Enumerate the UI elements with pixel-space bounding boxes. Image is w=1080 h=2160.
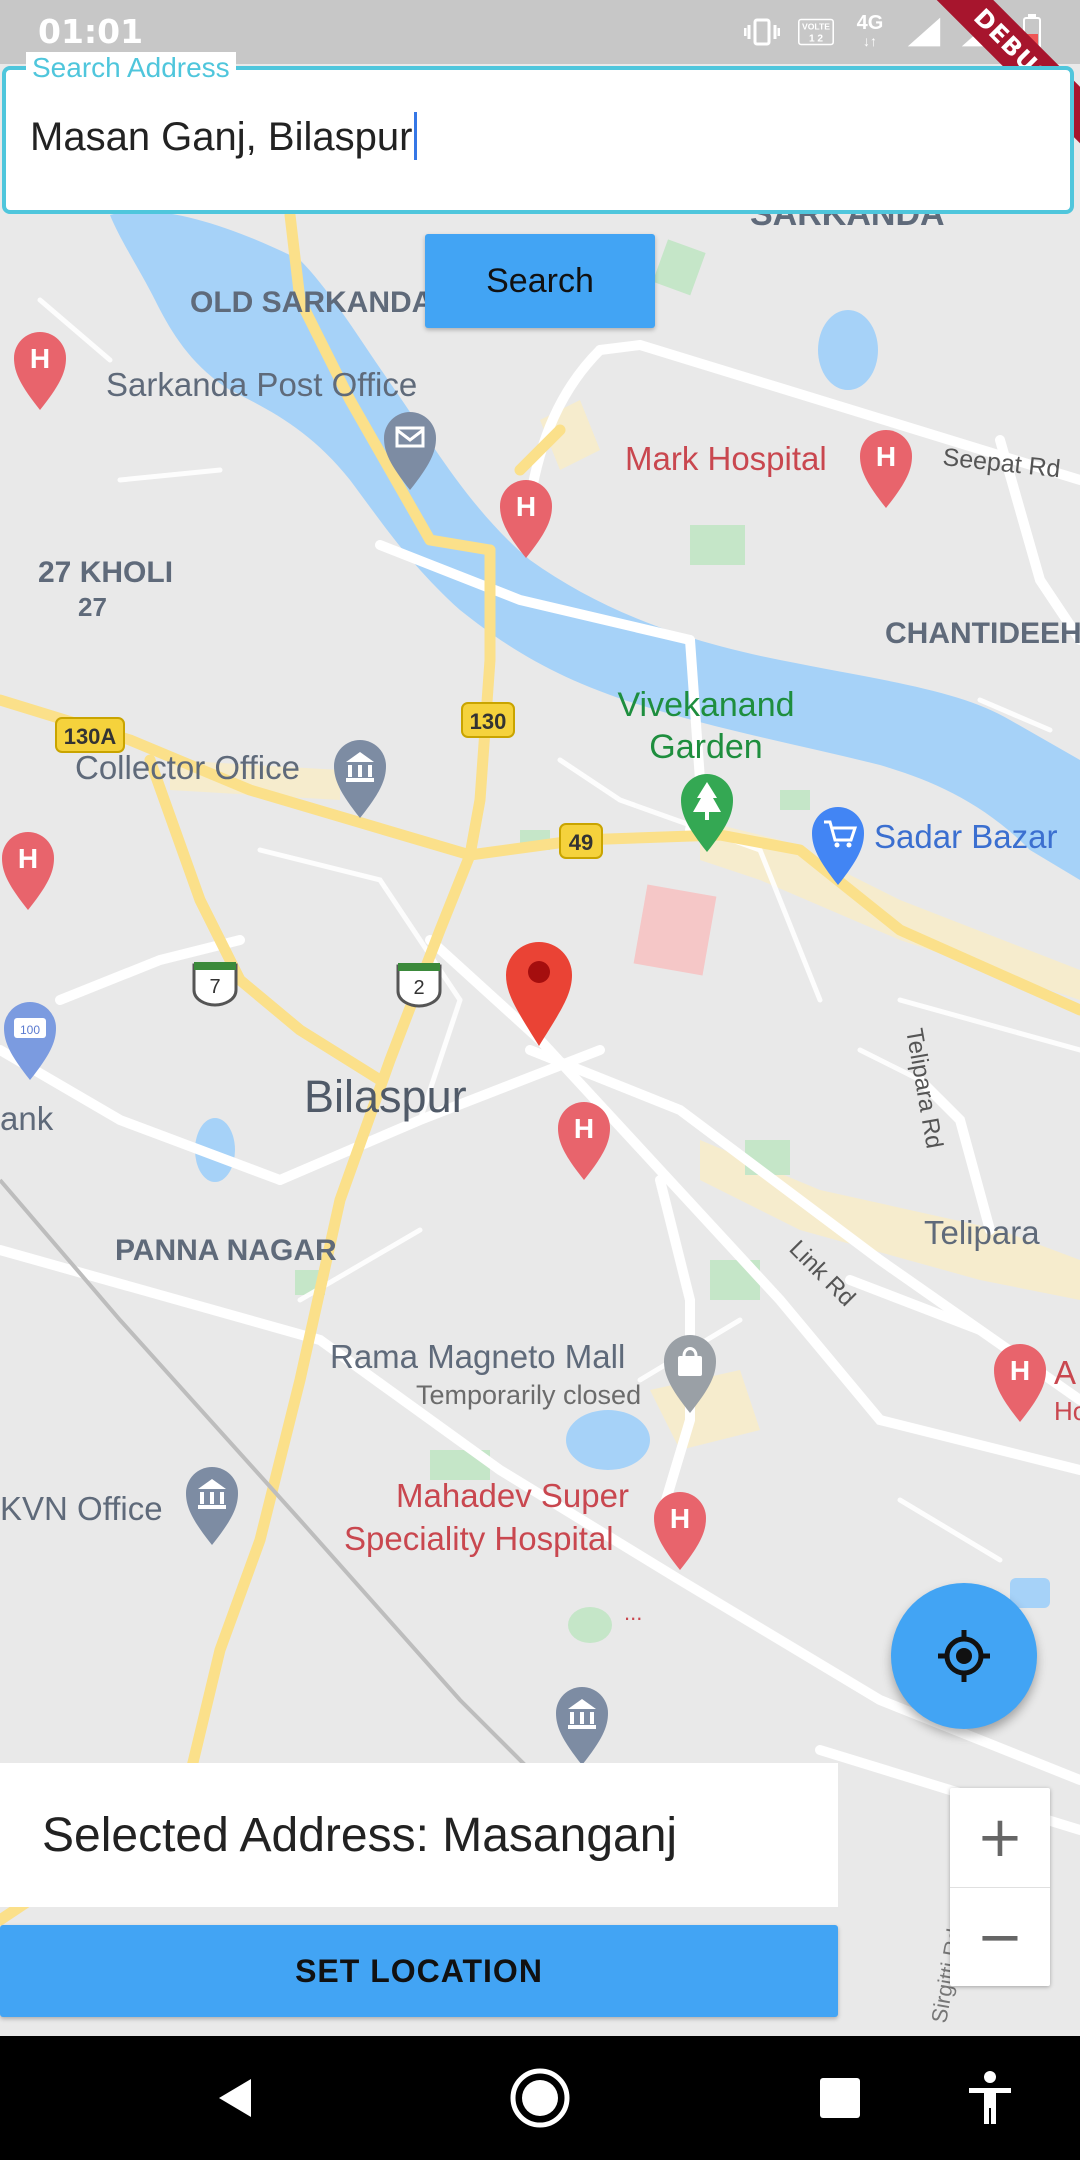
vibrate-icon	[744, 14, 780, 50]
map-label: Sadar Bazar	[874, 818, 1057, 855]
map-label: Sarkanda Post Office	[106, 366, 417, 403]
map-label: 27 KHOLI	[38, 556, 173, 589]
svg-text:130: 130	[470, 709, 507, 734]
home-icon[interactable]	[500, 2058, 580, 2138]
map-label: Mahadev Super	[396, 1477, 629, 1514]
map-label: Collector Office	[75, 749, 300, 786]
svg-text:H: H	[516, 491, 536, 522]
svg-text:49: 49	[569, 830, 593, 855]
map-label: CHANTIDEEH	[885, 617, 1080, 650]
back-icon[interactable]	[196, 2058, 276, 2138]
map-label: Speciality Hospital	[344, 1520, 614, 1557]
shield-130a: 130A	[55, 717, 125, 753]
map-label: Bilaspur	[304, 1071, 467, 1122]
zoom-in-button[interactable]: +	[950, 1788, 1050, 1887]
map-label: PANNA NAGAR	[115, 1234, 337, 1267]
network-type-icon: 4G ↓↑	[856, 12, 884, 49]
svg-text:2: 2	[413, 977, 424, 999]
svg-text:VOLTE: VOLTE	[802, 22, 830, 32]
svg-text:1 2: 1 2	[809, 33, 823, 44]
map-label: ank	[0, 1100, 54, 1137]
svg-text:H: H	[30, 343, 50, 374]
network-type-label: 4G	[856, 12, 884, 34]
zoom-controls: + −	[950, 1788, 1050, 1986]
red-block	[633, 884, 717, 976]
map-label: Garden	[649, 728, 762, 766]
svg-text:H: H	[18, 843, 38, 874]
svg-text:H: H	[574, 1113, 594, 1144]
svg-text:H: H	[1010, 1355, 1030, 1386]
shield-7: 7	[192, 962, 238, 1007]
svg-text:7: 7	[209, 976, 220, 998]
zoom-out-button[interactable]: −	[950, 1887, 1050, 1987]
map-label: Telipara	[924, 1214, 1040, 1251]
svg-text:H: H	[670, 1503, 690, 1534]
set-location-button[interactable]: SET LOCATION	[0, 1925, 838, 2017]
svg-text:H: H	[876, 441, 896, 472]
map-label: Temporarily closed	[416, 1380, 641, 1410]
map-label: Vivekanand	[617, 686, 794, 724]
shield-130: 130	[461, 702, 515, 738]
shield-49: 49	[559, 823, 603, 859]
my-location-button[interactable]	[891, 1583, 1037, 1729]
search-field-label: Search Address	[26, 52, 236, 84]
map-label: Mark Hospital	[625, 440, 827, 477]
navigation-bar	[0, 2036, 1080, 2160]
map-label: 27	[78, 592, 107, 622]
my-location-icon	[938, 1630, 990, 1682]
map-label: Rama Magneto Mall	[330, 1338, 625, 1375]
map-label: OLD SARKANDA	[190, 286, 433, 319]
search-button[interactable]: Search	[425, 234, 655, 328]
status-time: 01:01	[38, 12, 144, 51]
volte-icon: VOLTE 1 2	[798, 14, 834, 50]
svg-text:130A: 130A	[64, 724, 117, 749]
accessibility-icon[interactable]	[950, 2058, 1030, 2138]
map-label: A	[1054, 1354, 1076, 1391]
recents-icon[interactable]	[800, 2058, 880, 2138]
svg-text:100: 100	[20, 1023, 40, 1037]
selected-address-panel: Selected Address: Masanganj	[0, 1763, 838, 1907]
map-label: ...	[624, 1600, 642, 1625]
map-label: Ho	[1054, 1396, 1080, 1426]
search-input[interactable]: Masan Ganj, Bilaspur	[30, 112, 418, 160]
map-label: KVN Office	[0, 1490, 163, 1527]
shield-2: 2	[396, 963, 442, 1008]
selected-address-text: Selected Address: Masanganj	[42, 1808, 678, 1862]
search-input-value: Masan Ganj, Bilaspur	[30, 115, 413, 159]
text-cursor	[414, 112, 418, 160]
